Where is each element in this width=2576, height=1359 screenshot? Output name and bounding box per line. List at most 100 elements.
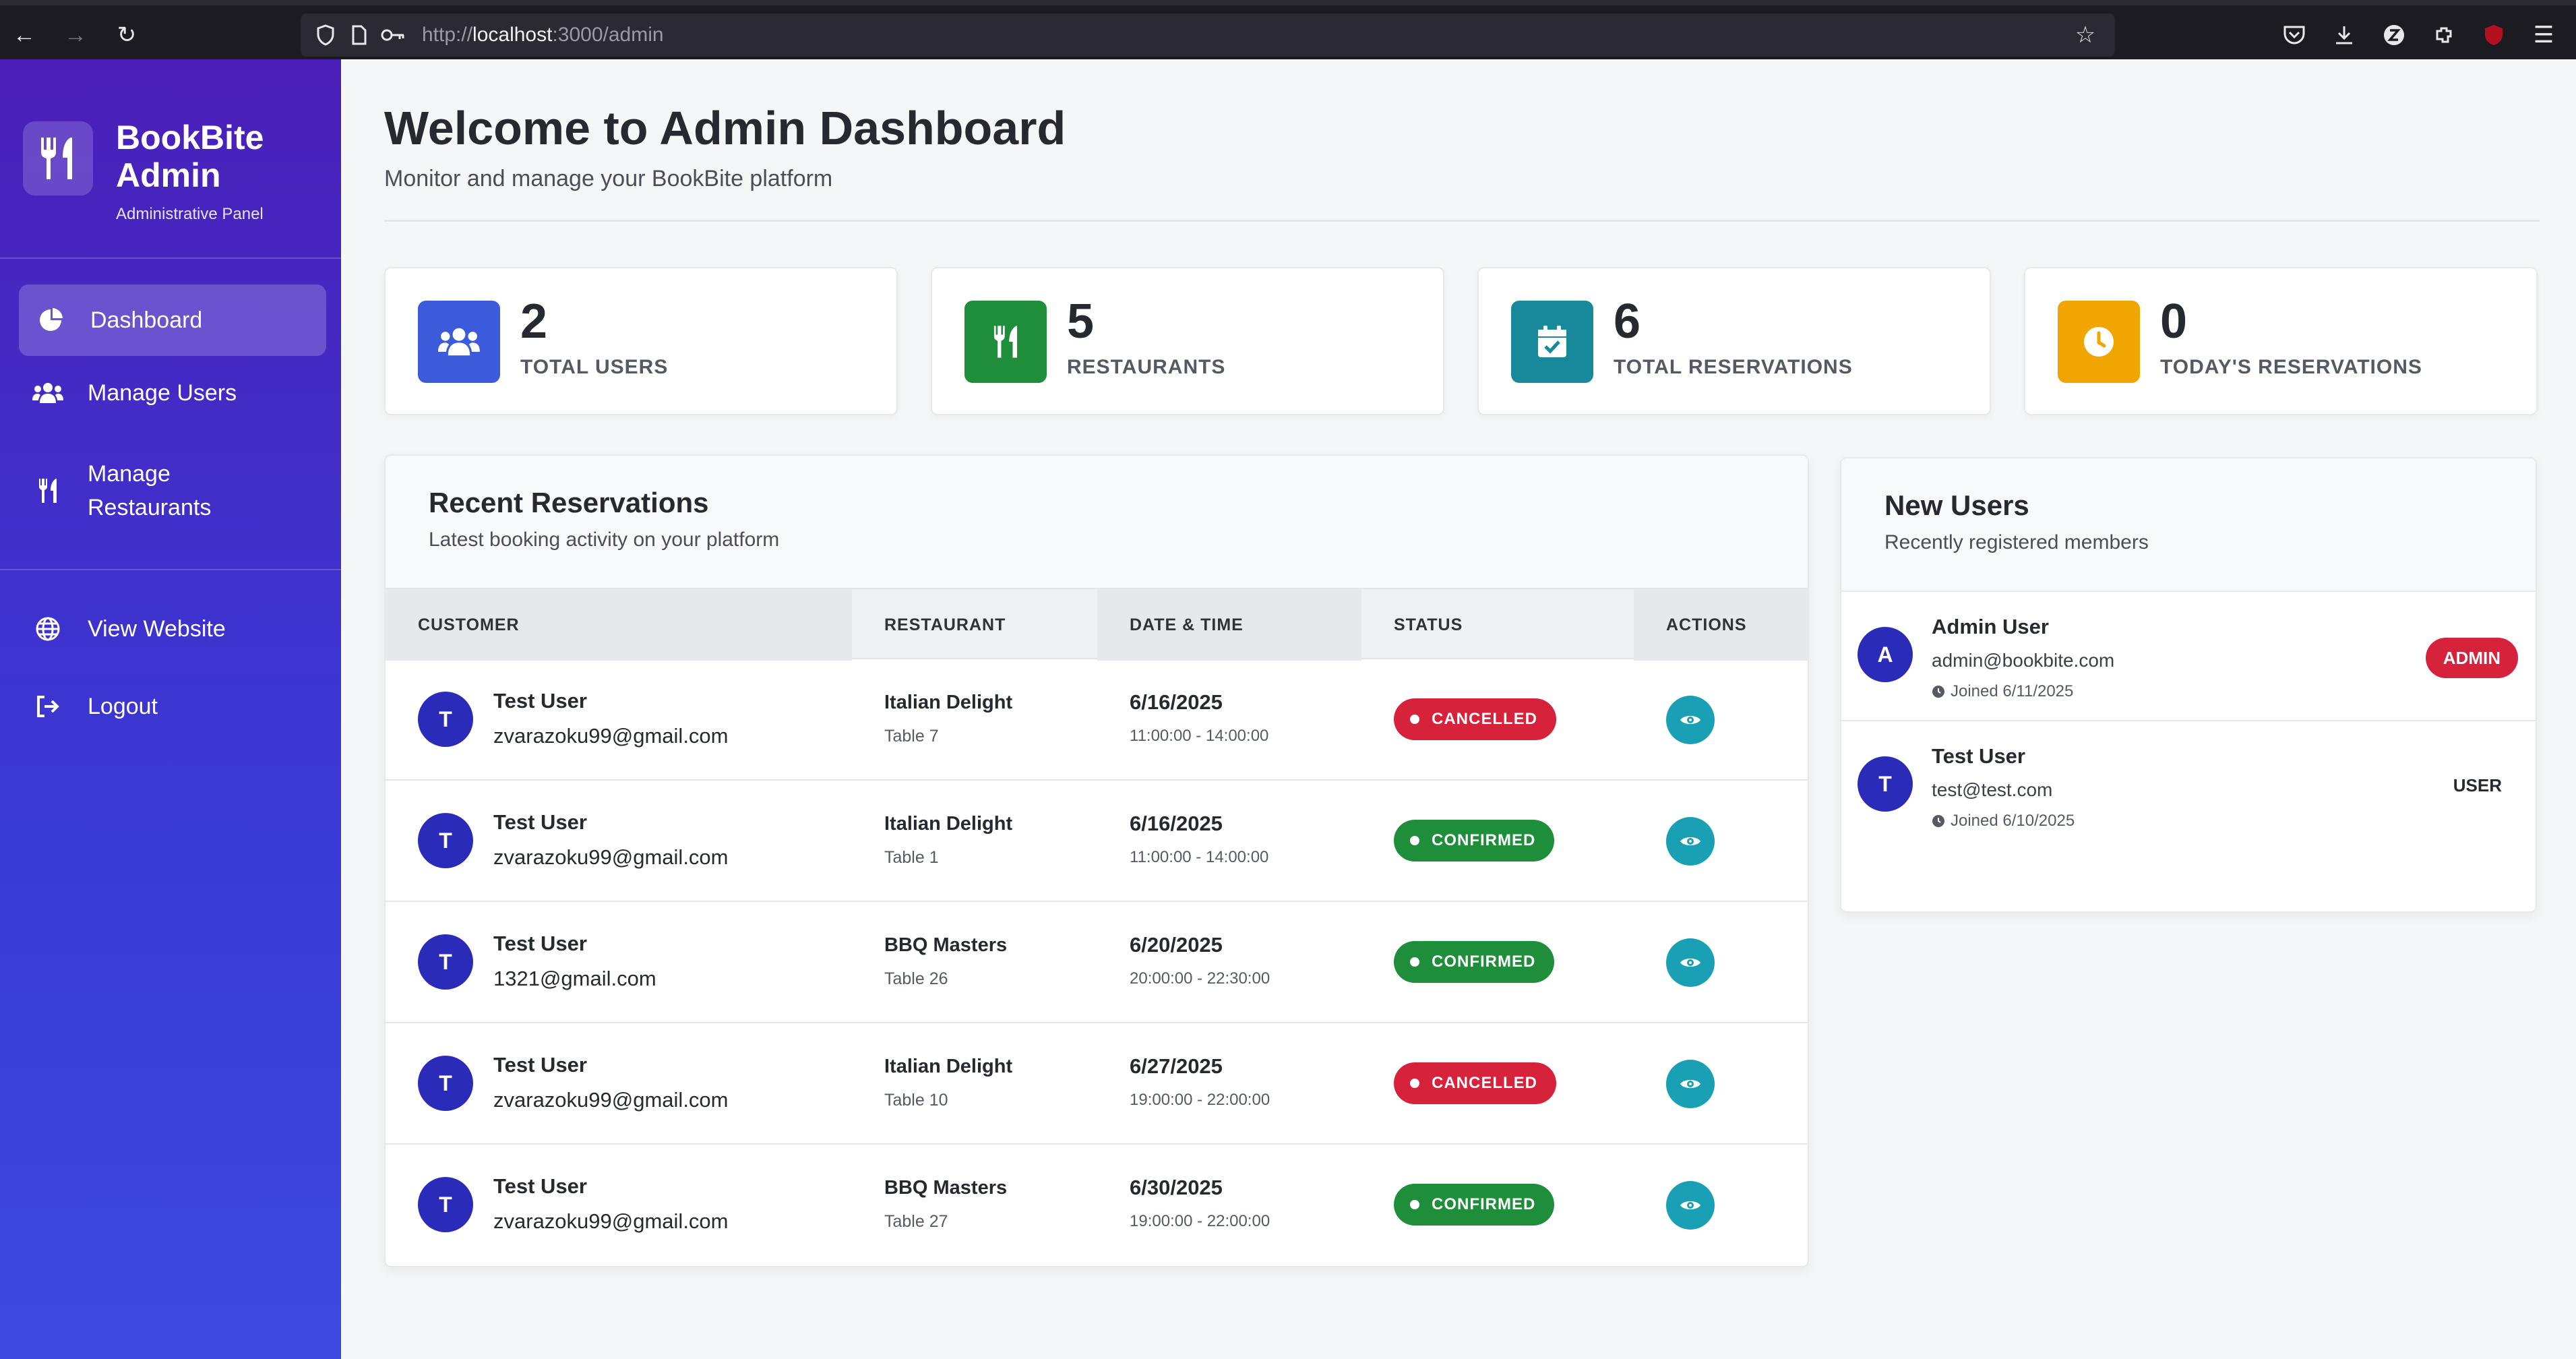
view-reservation-button[interactable] (1666, 1181, 1715, 1230)
status-dot-icon (1410, 715, 1419, 724)
role-badge: USER (2453, 775, 2502, 795)
key-icon[interactable] (376, 18, 410, 52)
download-icon[interactable] (2325, 16, 2363, 54)
customer-email: zvarazoku99@gmail.com (493, 845, 729, 869)
address-bar[interactable]: http://localhost:3000/admin ☆ (301, 13, 2115, 57)
sidebar-divider (0, 569, 341, 570)
main-content: Welcome to Admin Dashboard Monitor and m… (341, 59, 2576, 1359)
restaurant-name: Italian Delight (884, 692, 1013, 713)
sidebar: BookBite Admin Administrative Panel Dash… (0, 59, 341, 1359)
status-badge: CONFIRMED (1394, 1184, 1555, 1226)
stat-label: TODAY'S RESERVATIONS (2160, 356, 2422, 378)
customer-name: Test User (493, 810, 587, 834)
customer-name: Test User (493, 1053, 587, 1077)
reservation-time: 20:00:00 - 22:30:00 (1130, 969, 1270, 988)
users-icon (31, 376, 65, 410)
status-dot-icon (1410, 1200, 1419, 1209)
sidebar-divider (0, 258, 341, 259)
column-header-customer[interactable]: CUSTOMER (386, 589, 852, 661)
sidebar-item-manage-restaurants[interactable]: Manage Restaurants (19, 450, 326, 531)
status-badge: CANCELLED (1394, 1062, 1556, 1104)
stat-label: TOTAL RESERVATIONS (1614, 356, 1853, 378)
brand[interactable]: BookBite Admin Administrative Panel (23, 119, 291, 224)
user-email: test@test.com (1932, 779, 2053, 800)
status-text: CONFIRMED (1432, 831, 1536, 849)
ublock-icon[interactable] (2475, 16, 2513, 54)
column-header-actions[interactable]: ACTIONS (1634, 589, 1808, 661)
restaurant-name: BBQ Masters (884, 1177, 1008, 1199)
extensions-icon[interactable] (2425, 16, 2463, 54)
pocket-icon[interactable] (2275, 16, 2313, 54)
eye-icon (1680, 1201, 1700, 1209)
column-header-date-time[interactable]: DATE & TIME (1097, 589, 1361, 661)
view-reservation-button[interactable] (1666, 938, 1715, 987)
sidebar-item-label: Logout (88, 693, 158, 719)
joined-text: Joined 6/10/2025 (1951, 812, 2075, 830)
page-subtitle: Monitor and manage your BookBite platfor… (384, 166, 833, 191)
url-text[interactable]: http://localhost:3000/admin (422, 24, 664, 47)
restaurant-name: BBQ Masters (884, 934, 1008, 956)
utensils-icon (964, 301, 1047, 383)
list-item[interactable]: A Admin User admin@bookbite.com Joined 6… (1841, 591, 2536, 720)
view-reservation-button[interactable] (1666, 696, 1715, 744)
stat-value: 5 (1067, 295, 1095, 349)
sidebar-item-label: Dashboard (90, 307, 203, 333)
stat-card-todays-reservations: 0 TODAY'S RESERVATIONS (2024, 267, 2538, 415)
sidebar-item-logout[interactable]: Logout (19, 676, 326, 737)
table-row: T Test User zvarazoku99@gmail.com Italia… (386, 1023, 1808, 1145)
column-header-status[interactable]: STATUS (1361, 589, 1634, 661)
table-number: Table 26 (884, 969, 948, 988)
customer-email: 1321@gmail.com (493, 967, 656, 990)
shield-icon[interactable] (309, 18, 342, 52)
avatar: T (418, 1177, 473, 1232)
status-badge: CONFIRMED (1394, 941, 1555, 983)
table-number: Table 10 (884, 1091, 948, 1110)
list-item[interactable]: T Test User test@test.com Joined 6/10/20… (1841, 720, 2536, 849)
user-email: admin@bookbite.com (1932, 650, 2115, 671)
bookmark-star-icon[interactable]: ☆ (2068, 18, 2103, 53)
page-icon (342, 18, 376, 52)
calendar-check-icon (1511, 301, 1593, 383)
table-number: Table 7 (884, 727, 939, 746)
card-subtitle: Latest booking activity on your platform (429, 528, 780, 551)
reservation-time: 11:00:00 - 14:00:00 (1130, 727, 1269, 745)
user-name: Test User (1932, 744, 2025, 768)
card-subtitle: Recently registered members (1884, 531, 2149, 553)
eye-icon (1680, 959, 1700, 967)
card-title: Recent Reservations (429, 487, 709, 518)
user-joined: Joined 6/10/2025 (1932, 812, 2075, 831)
card-header (1841, 458, 2536, 592)
status-badge: CONFIRMED (1394, 820, 1555, 862)
recent-reservations-card: Recent Reservations Latest booking activ… (384, 454, 1809, 1267)
sidebar-item-manage-users[interactable]: Manage Users (19, 363, 326, 423)
avatar: T (1858, 756, 1913, 812)
stat-label: RESTAURANTS (1067, 356, 1226, 378)
sidebar-item-view-website[interactable]: View Website (19, 599, 326, 659)
customer-email: zvarazoku99@gmail.com (493, 724, 729, 748)
back-icon[interactable]: ← (5, 16, 43, 54)
view-reservation-button[interactable] (1666, 1060, 1715, 1108)
logout-icon (31, 690, 65, 723)
sidebar-item-label: Manage Restaurants (88, 461, 212, 520)
table-row: T Test User zvarazoku99@gmail.com Italia… (386, 659, 1808, 781)
sidebar-item-label: Manage Users (88, 380, 237, 406)
sidebar-item-dashboard[interactable]: Dashboard (19, 284, 326, 356)
table-number: Table 1 (884, 848, 939, 867)
reservation-date: 6/27/2025 (1130, 1054, 1223, 1078)
reservation-date: 6/16/2025 (1130, 812, 1223, 835)
clock-icon (1932, 815, 1944, 827)
stat-label: TOTAL USERS (520, 356, 669, 378)
stat-value: 6 (1614, 295, 1641, 349)
brand-subtitle: Administrative Panel (116, 205, 264, 223)
view-reservation-button[interactable] (1666, 817, 1715, 866)
menu-icon[interactable]: ☰ (2525, 16, 2563, 54)
joined-text: Joined 6/11/2025 (1951, 682, 2074, 700)
reload-icon[interactable]: ↻ (108, 16, 146, 54)
card-title: New Users (1884, 489, 2029, 521)
status-text: CONFIRMED (1432, 1195, 1536, 1213)
zotero-extension-icon[interactable] (2375, 16, 2413, 54)
forward-icon[interactable]: → (57, 16, 94, 54)
table-header: CUSTOMER RESTAURANT DATE & TIME STATUS A… (386, 588, 1808, 661)
column-header-restaurant[interactable]: RESTAURANT (852, 589, 1097, 661)
eye-icon (1680, 1080, 1700, 1088)
